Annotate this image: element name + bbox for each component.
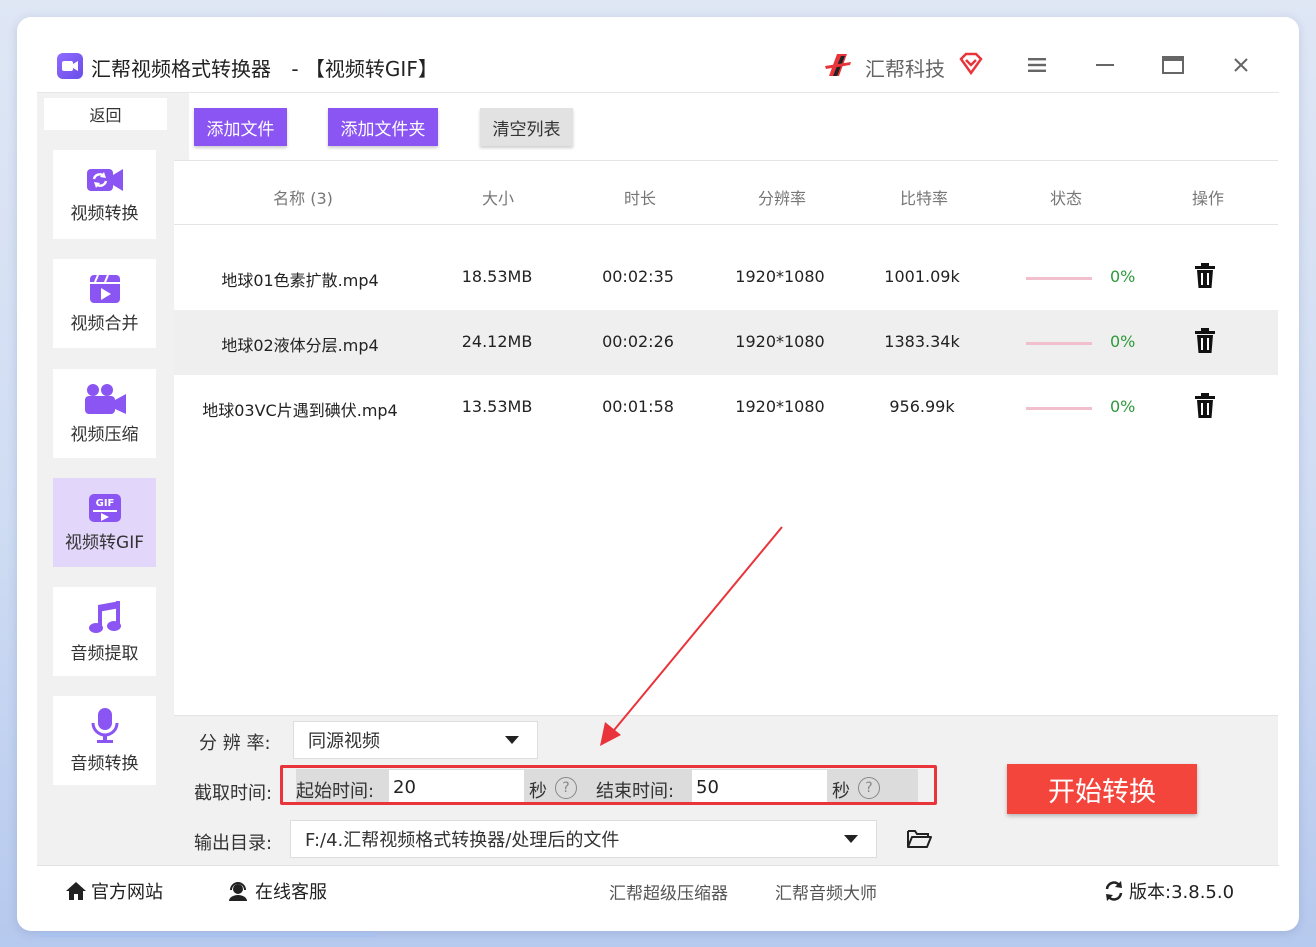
maximize-icon[interactable] [1161,53,1185,77]
sidebar-item-video-to-gif[interactable]: GIF 视频转GIF [53,478,156,567]
progress-percent: 0% [1110,267,1136,286]
sidebar-item-audio-extract[interactable]: 音频提取 [53,587,156,676]
sidebar-item-label: 视频合并 [70,314,139,334]
app-title: 汇帮视频格式转换器 - 【视频转GIF】 [91,57,438,81]
folder-open-icon[interactable] [906,828,932,850]
resolution-value: 同源视频 [308,731,380,752]
progress-bar [1026,407,1092,410]
music-note-icon [88,601,121,633]
file-resolution: 1920*1080 [735,397,825,416]
title-divider [37,92,1279,93]
brand-name: 汇帮科技 [865,57,945,81]
audio-master-link[interactable]: 汇帮音频大师 [775,879,877,904]
sidebar: 返回 视频转换 视频合并 视频压缩 GIF 视频转GIF 音频提取 音频转换 [37,93,189,865]
progress-bar [1026,342,1092,345]
table-row[interactable]: 地球01色素扩散.mp4 18.53MB 00:02:35 1920*1080 … [174,245,1278,310]
close-icon[interactable] [1229,53,1253,77]
table-row[interactable]: 地球03VC片遇到碘伏.mp4 13.53MB 00:01:58 1920*10… [174,375,1278,440]
file-size: 18.53MB [461,267,533,286]
file-bitrate: 1383.34k [884,332,960,351]
col-size[interactable]: 大小 [482,185,514,209]
minimize-icon[interactable] [1093,53,1117,77]
video-merge-icon [89,274,120,303]
file-name: 地球01色素扩散.mp4 [221,271,379,290]
super-compressor-link[interactable]: 汇帮超级压缩器 [609,879,728,904]
clip-time-label: 截取时间: [194,783,273,804]
sidebar-item-audio-convert[interactable]: 音频转换 [53,696,156,785]
title-bar: 汇帮视频格式转换器 - 【视频转GIF】 汇帮科技 [17,17,1299,93]
sidebar-item-label: 视频转换 [70,204,139,224]
brand-logo-icon [825,54,851,76]
microphone-icon [91,708,118,743]
col-resolution[interactable]: 分辨率 [758,185,806,209]
back-button[interactable]: 返回 [44,98,167,130]
app-window: 汇帮视频格式转换器 - 【视频转GIF】 汇帮科技 返回 视频转换 视频合并 视… [17,17,1299,931]
file-resolution: 1920*1080 [735,332,825,351]
file-bitrate: 956.99k [889,397,955,416]
app-logo-icon [57,53,83,79]
gif-icon: GIF [88,494,121,522]
sidebar-item-video-merge[interactable]: 视频合并 [53,259,156,348]
file-duration: 00:01:58 [602,397,674,416]
col-bitrate[interactable]: 比特率 [900,185,948,209]
output-dir-value: F:/4.汇帮视频格式转换器/处理后的文件 [305,830,620,851]
output-dir-select[interactable]: F:/4.汇帮视频格式转换器/处理后的文件 [290,820,877,858]
sidebar-item-label: 音频转换 [70,754,139,774]
chevron-down-icon [505,736,519,744]
col-actions: 操作 [1191,189,1225,208]
delete-icon[interactable] [1194,263,1216,289]
sidebar-item-video-convert[interactable]: 视频转换 [53,150,156,239]
video-compress-icon [84,384,126,414]
support-agent-icon [229,882,247,901]
online-support-link[interactable]: 在线客服 [227,878,327,904]
col-status: 状态 [1049,189,1083,208]
svg-text:GIF: GIF [95,498,114,509]
file-name: 地球03VC片遇到碘伏.mp4 [202,401,398,420]
video-convert-icon [86,169,123,191]
resolution-label: 分 辨 率: [199,733,271,754]
add-file-button[interactable]: 添加文件 [194,108,287,146]
file-duration: 00:02:35 [602,267,674,286]
add-folder-button[interactable]: 添加文件夹 [328,108,438,146]
progress-bar [1026,277,1092,280]
version-info: 版本:3.8.5.0 [1103,878,1234,904]
sidebar-item-video-compress[interactable]: 视频压缩 [53,369,156,458]
output-dir-label: 输出目录: [194,833,273,854]
file-duration: 00:02:26 [602,332,674,351]
table-row[interactable]: 地球02液体分层.mp4 24.12MB 00:02:26 1920*1080 … [174,310,1278,375]
menu-icon[interactable] [1025,53,1049,77]
scroll-indicator [38,933,376,937]
delete-icon[interactable] [1194,328,1216,354]
vip-diamond-icon[interactable] [958,51,984,77]
col-name[interactable]: 名称 (3) [273,185,333,209]
start-convert-button[interactable]: 开始转换 [1007,764,1197,814]
file-size: 13.53MB [461,397,533,416]
highlight-frame [280,765,937,805]
progress-percent: 0% [1110,397,1136,416]
file-resolution: 1920*1080 [735,267,825,286]
sidebar-item-label: 音频提取 [70,644,139,664]
file-bitrate: 1001.09k [884,267,960,286]
sidebar-item-label: 视频压缩 [70,425,139,445]
delete-icon[interactable] [1194,393,1216,419]
file-name: 地球02液体分层.mp4 [221,336,379,355]
online-support-label: 在线客服 [255,882,327,903]
clear-list-button[interactable]: 清空列表 [480,108,573,146]
file-table: 名称 (3) 大小 时长 分辨率 比特率 状态 操作 地球01色素扩散.mp4 … [174,160,1278,715]
home-icon [66,882,86,900]
refresh-icon[interactable] [1103,880,1125,902]
table-header: 名称 (3) 大小 时长 分辨率 比特率 状态 操作 [174,161,1278,225]
progress-percent: 0% [1110,332,1136,351]
file-size: 24.12MB [461,332,533,351]
official-website-link[interactable]: 官方网站 [65,878,163,904]
chevron-down-icon [844,835,858,843]
col-duration[interactable]: 时长 [624,185,656,209]
sidebar-item-label: 视频转GIF [65,533,144,553]
version-label: 版本:3.8.5.0 [1129,882,1235,903]
footer: 官方网站 在线客服 汇帮超级压缩器 汇帮音频大师 版本:3.8.5.0 [37,865,1279,911]
resolution-select[interactable]: 同源视频 [293,721,538,759]
official-website-label: 官方网站 [91,882,163,903]
